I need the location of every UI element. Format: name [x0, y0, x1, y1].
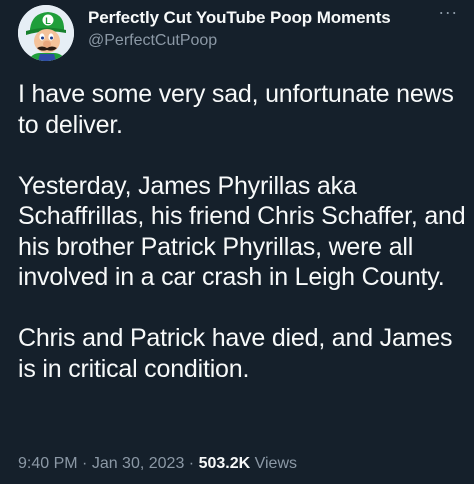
- views-label: Views: [250, 455, 297, 472]
- views-link[interactable]: 503.2K Views: [199, 455, 297, 472]
- tweet-metadata: 9:40 PM · Jan 30, 2023 · 503.2K Views: [18, 455, 297, 473]
- ellipsis-icon[interactable]: ···: [434, 3, 462, 26]
- tweet-paragraph: Chris and Patrick have died, and James i…: [18, 324, 453, 383]
- tweet-paragraph: I have some very sad, unfortunate news t…: [18, 80, 454, 139]
- tweet: L Perfectly Cut YouTube Poop Moments @Pe…: [0, 0, 474, 484]
- luigi-avatar-icon[interactable]: L: [18, 5, 74, 61]
- author-handle[interactable]: @PerfectCutPoop: [88, 32, 217, 50]
- meta-separator: ·: [184, 455, 199, 472]
- meta-separator: ·: [77, 455, 92, 472]
- views-count: 503.2K: [198, 455, 251, 472]
- tweet-date[interactable]: Jan 30, 2023: [92, 455, 185, 472]
- tweet-text: I have some very sad, unfortunate news t…: [18, 79, 466, 384]
- tweet-time[interactable]: 9:40 PM: [18, 455, 78, 472]
- tweet-paragraph: Yesterday, James Phyrillas aka Schaffril…: [18, 171, 466, 292]
- svg-text:L: L: [45, 16, 51, 26]
- author-display-name[interactable]: Perfectly Cut YouTube Poop Moments: [88, 8, 391, 28]
